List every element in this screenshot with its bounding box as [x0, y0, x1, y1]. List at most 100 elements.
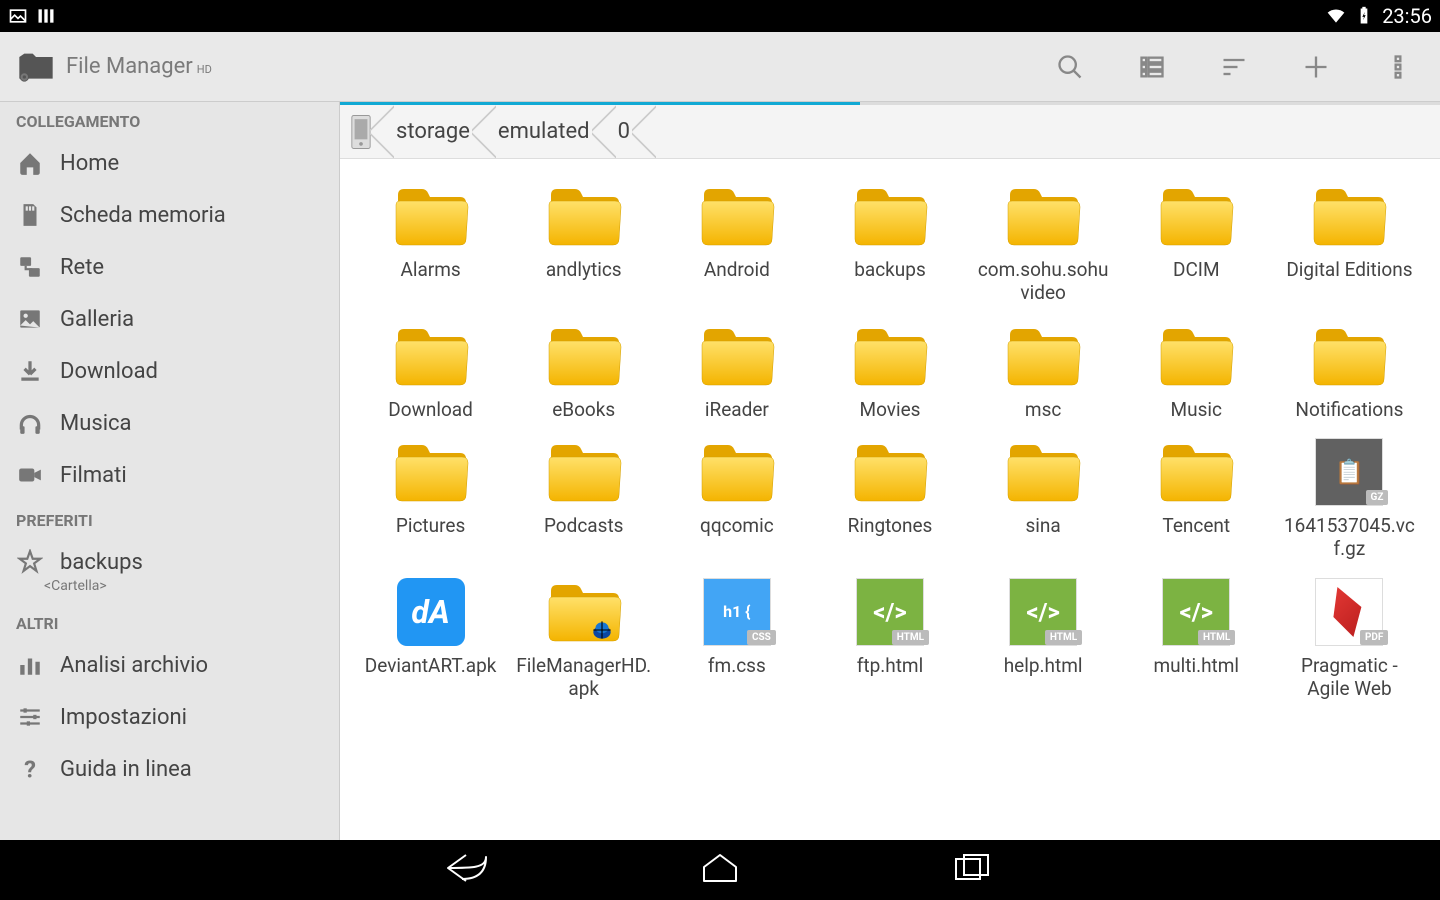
android-status-bar: 23:56 [0, 0, 1440, 32]
file-item[interactable]: Tencent [1124, 429, 1269, 565]
chart-icon [16, 651, 44, 679]
sort-button[interactable] [1218, 51, 1250, 83]
file-label: multi.html [1153, 655, 1239, 678]
file-item[interactable]: Music [1124, 313, 1269, 426]
file-label: Tencent [1162, 515, 1230, 538]
file-item[interactable]: Movies [817, 313, 962, 426]
folder-icon [1004, 433, 1082, 511]
file-item[interactable]: qqcomic [664, 429, 809, 565]
list-icon [1138, 53, 1166, 81]
file-item[interactable]: </>HTML help.html [971, 569, 1116, 705]
file-label: backups [854, 259, 926, 282]
folder-icon [392, 177, 470, 255]
wifi-icon [1326, 6, 1346, 26]
apk-icon: dA [392, 573, 470, 651]
sidebar-item-settings[interactable]: Impostazioni [0, 691, 339, 743]
file-item[interactable]: h1 {CSSfm.css [664, 569, 809, 705]
file-item[interactable]: Digital Editions [1277, 173, 1422, 309]
sidebar-item-music[interactable]: Musica [0, 397, 339, 449]
folder-icon [851, 177, 929, 255]
file-item[interactable]: </>HTMLmulti.html [1124, 569, 1269, 705]
folder-icon [851, 317, 929, 395]
file-label: ftp.html [857, 655, 923, 678]
file-item[interactable]: PDFPragmatic - Agile Web [1277, 569, 1422, 705]
sidebar-item-help[interactable]: ?Guida in linea [0, 743, 339, 795]
svg-text:?: ? [24, 756, 36, 782]
folder-icon [392, 317, 470, 395]
sidebar-section-header: ALTRI [0, 604, 339, 639]
file-label: DCIM [1173, 259, 1220, 282]
file-item[interactable]: andlytics [511, 173, 656, 309]
file-item[interactable]: Alarms [358, 173, 503, 309]
folder-icon [392, 433, 470, 511]
file-item[interactable]: eBooks [511, 313, 656, 426]
home-button[interactable] [694, 849, 746, 891]
sidebar-item-sdcard[interactable]: Scheda memoria [0, 189, 339, 241]
folder-icon [1310, 317, 1388, 395]
folder-icon [698, 317, 776, 395]
file-item[interactable]: backups [817, 173, 962, 309]
sidebar-item-label: Rete [60, 255, 104, 280]
help-icon: ? [16, 755, 44, 783]
file-label: Alarms [400, 259, 460, 282]
file-item[interactable]: </>HTML ftp.html [817, 569, 962, 705]
overflow-menu-button[interactable] [1382, 51, 1414, 83]
app-logo-icon [16, 47, 56, 87]
view-list-button[interactable] [1136, 51, 1168, 83]
css-file-icon: h1 {CSS [698, 573, 776, 651]
apk-icon [545, 573, 623, 651]
android-navbar [0, 840, 1440, 900]
folder-icon [698, 177, 776, 255]
file-item[interactable]: Notifications [1277, 313, 1422, 426]
file-item[interactable]: DCIM [1124, 173, 1269, 309]
pdf-file-icon: PDF [1310, 573, 1388, 651]
file-item[interactable]: iReader [664, 313, 809, 426]
sidebar-item-label: Galleria [60, 307, 134, 332]
sidebar-item-label: Impostazioni [60, 705, 187, 730]
plus-icon [1302, 53, 1330, 81]
breadcrumb-root[interactable] [340, 105, 382, 158]
sidebar-item-download[interactable]: Download [0, 345, 339, 397]
recents-button[interactable] [946, 849, 998, 891]
sidebar-item-network[interactable]: Rete [0, 241, 339, 293]
file-label: andlytics [546, 259, 622, 282]
file-label: DeviantART.apk [365, 655, 497, 678]
file-item[interactable]: com.sohu.sohuvideo [971, 173, 1116, 309]
sidebar-item-label: Analisi archivio [60, 653, 208, 678]
file-label: help.html [1004, 655, 1083, 678]
add-button[interactable] [1300, 51, 1332, 83]
file-item[interactable]: Android [664, 173, 809, 309]
back-button[interactable] [442, 849, 494, 891]
html-file-icon: </>HTML [1004, 573, 1082, 651]
file-item[interactable]: Podcasts [511, 429, 656, 565]
sidebar-item-label: Download [60, 359, 158, 384]
sliders-icon [16, 703, 44, 731]
file-item[interactable]: msc [971, 313, 1116, 426]
file-item[interactable]: Ringtones [817, 429, 962, 565]
breadcrumb-segment[interactable]: emulated [484, 105, 604, 158]
search-icon [1056, 53, 1084, 81]
file-item[interactable]: dA DeviantART.apk [358, 569, 503, 705]
sidebar-item-gallery[interactable]: Galleria [0, 293, 339, 345]
sidebar-item-analysis[interactable]: Analisi archivio [0, 639, 339, 691]
file-label: sina [1026, 515, 1061, 538]
folder-icon [1004, 177, 1082, 255]
sidebar-item-home[interactable]: Home [0, 137, 339, 189]
search-button[interactable] [1054, 51, 1086, 83]
html-file-icon: </>HTML [851, 573, 929, 651]
device-icon [350, 113, 372, 151]
folder-icon [1157, 317, 1235, 395]
breadcrumb-segment[interactable]: storage [382, 105, 484, 158]
breadcrumb-segment[interactable]: 0 [604, 105, 644, 158]
overflow-icon [1384, 53, 1412, 81]
app-window: File Manager HD COLLEGAMENTOHomeScheda m… [0, 32, 1440, 840]
file-item[interactable]: Download [358, 313, 503, 426]
file-item[interactable]: Pictures [358, 429, 503, 565]
folder-icon [698, 433, 776, 511]
file-item[interactable]: 📋GZ1641537045.vcf.gz [1277, 429, 1422, 565]
content-pane: storageemulated0 Alarms andlytics Android b… [340, 102, 1440, 840]
file-item[interactable]: FileManagerHD.apk [511, 569, 656, 705]
sidebar-item-videos[interactable]: Filmati [0, 449, 339, 501]
file-item[interactable]: sina [971, 429, 1116, 565]
app-title-suffix: HD [197, 63, 212, 76]
